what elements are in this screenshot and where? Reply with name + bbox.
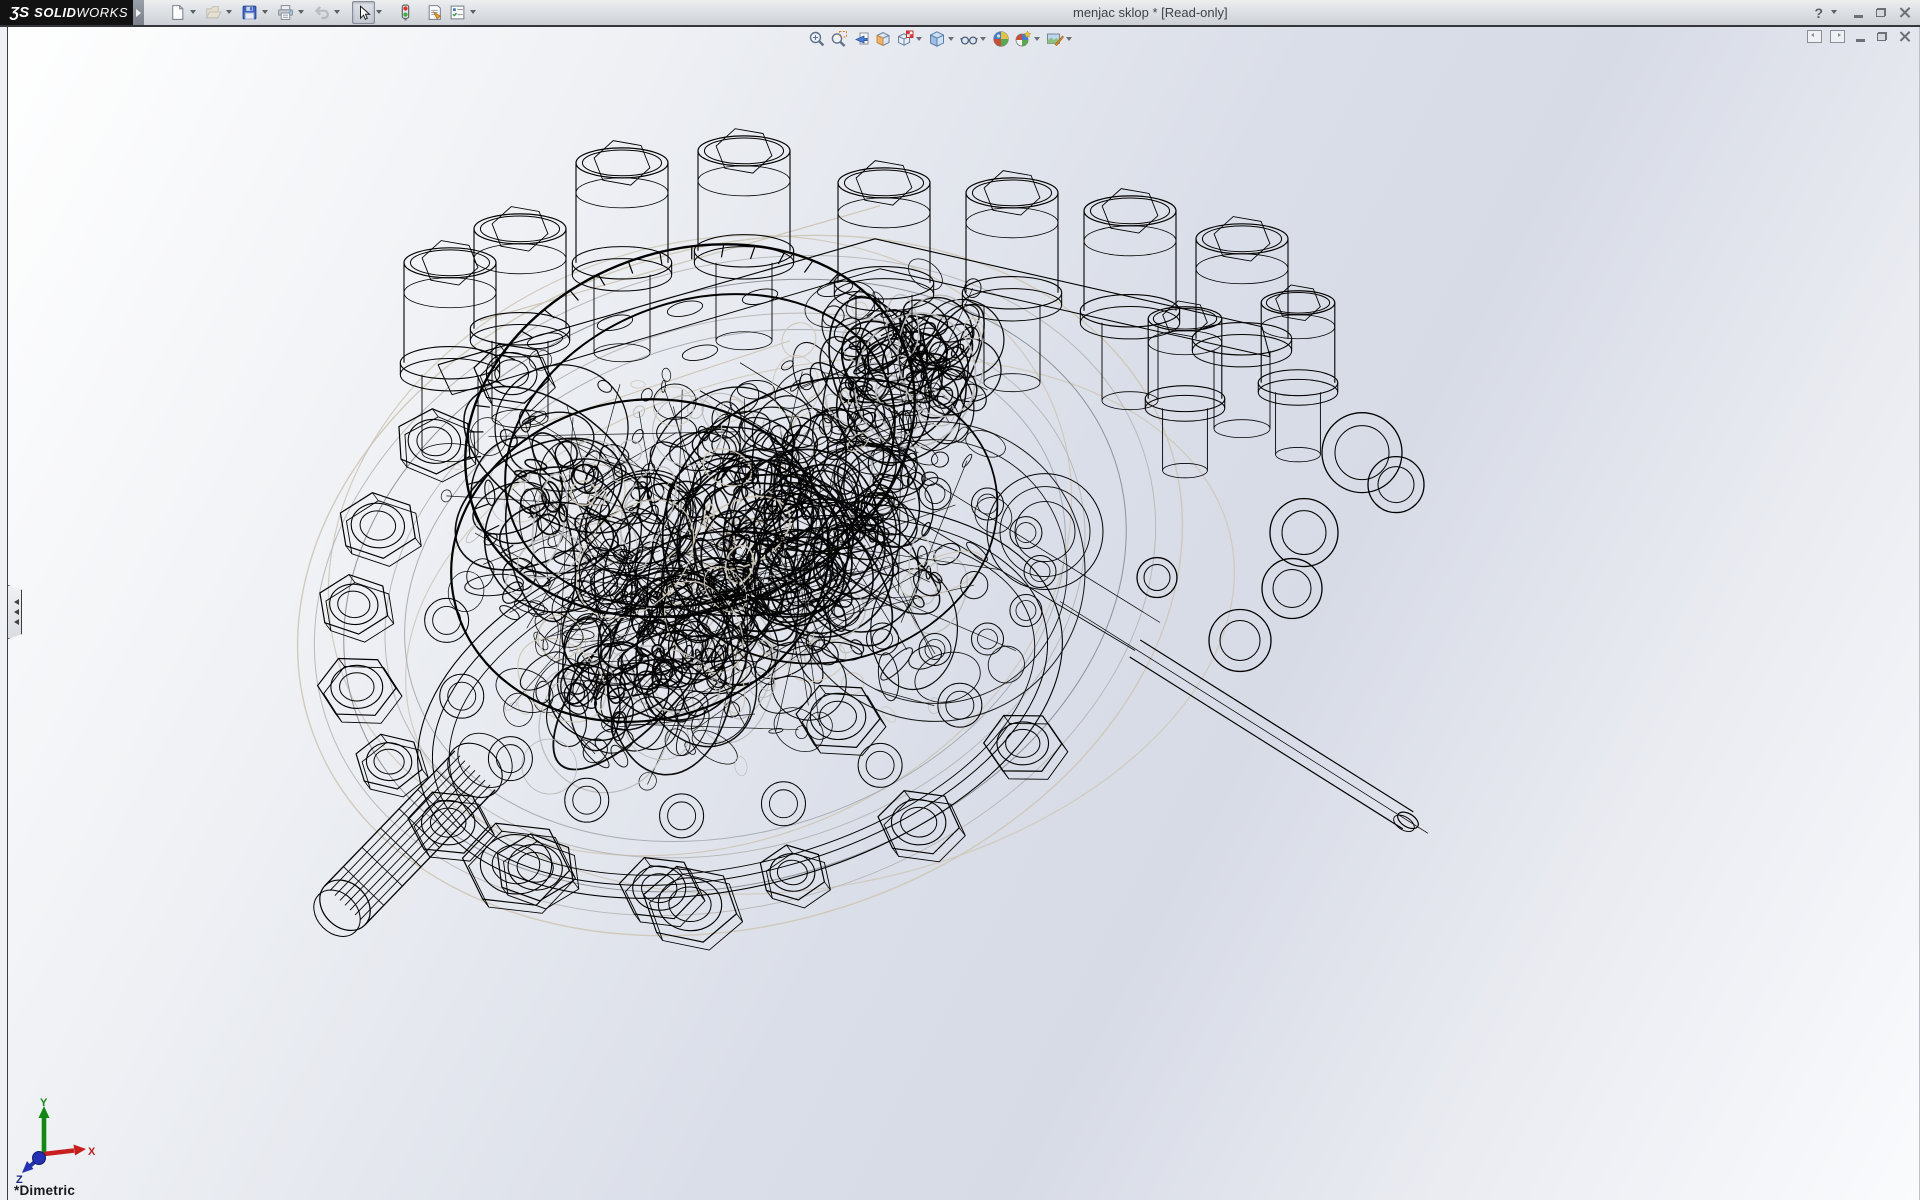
minimize-document-icon [1856, 39, 1865, 42]
restore-document-icon [1877, 32, 1887, 41]
undo-button[interactable] [310, 1, 333, 24]
new-document-dropdown[interactable] [190, 10, 196, 17]
print-button[interactable] [274, 1, 297, 24]
close-document-icon [1899, 31, 1910, 42]
select-cursor-icon [356, 5, 372, 21]
solidworks-logo: ƷS SOLIDWORKS [0, 0, 133, 25]
headsup-view-toolbar [806, 28, 1076, 49]
collapse-arrow-icon [11, 609, 19, 615]
new-document-icon [169, 4, 186, 21]
flyout-arrow-icon [136, 9, 145, 17]
edit-appearance-sphere-icon [992, 30, 1010, 48]
save-dropdown[interactable] [262, 10, 268, 17]
reference-triad: Y X Z [8, 1096, 104, 1184]
section-view-icon [874, 30, 892, 48]
minimize-document-button[interactable] [1853, 30, 1867, 43]
triad-y-axis: Y [39, 1097, 50, 1154]
triad-z-axis: Z [16, 1152, 46, 1185]
toggle-feature-pane-button[interactable] [1807, 30, 1822, 43]
open-folder-icon [205, 4, 222, 21]
display-style-dropdown[interactable] [948, 37, 954, 44]
new-document-button[interactable] [166, 1, 189, 24]
restore-icon [1876, 8, 1886, 17]
view-settings-dropdown[interactable] [1066, 37, 1072, 44]
help-button[interactable]: ? [1814, 5, 1823, 21]
zoom-to-fit-button[interactable] [806, 29, 828, 49]
undo-dropdown[interactable] [334, 10, 340, 17]
standard-toolbar [166, 0, 482, 25]
view-orientation-button[interactable] [894, 29, 916, 49]
collapse-arrow-icon [11, 619, 19, 625]
print-icon [277, 4, 294, 21]
close-icon [1899, 7, 1910, 18]
view-orientation-dropdown[interactable] [916, 37, 922, 44]
hide-show-items-dropdown[interactable] [980, 37, 986, 44]
rebuild-button[interactable] [394, 1, 417, 24]
open-button[interactable] [202, 1, 225, 24]
options-button[interactable] [446, 1, 469, 24]
save-floppy-icon [241, 4, 258, 21]
section-view-button[interactable] [872, 29, 894, 49]
app-window-controls: ? [1814, 0, 1912, 25]
edit-appearance-button[interactable] [990, 29, 1012, 49]
solidworks-logo-text: SOLIDWORKS [34, 5, 128, 20]
svg-text:Y: Y [40, 1097, 48, 1109]
select-tool-button[interactable] [352, 1, 375, 24]
rebuild-traffic-light-icon [397, 4, 414, 21]
close-document-button[interactable] [1897, 30, 1911, 43]
help-dropdown[interactable] [1831, 10, 1837, 17]
apply-scene-dropdown[interactable] [1034, 37, 1040, 44]
view-settings-button[interactable] [1044, 29, 1066, 49]
zoom-to-fit-icon [808, 30, 826, 48]
pane-left-arrow-icon [1809, 33, 1814, 37]
display-style-button[interactable] [926, 29, 948, 49]
svg-text:X: X [88, 1146, 96, 1158]
zoom-to-area-button[interactable] [828, 29, 850, 49]
document-window-controls [1807, 30, 1911, 43]
document-title: menjac sklop * [Read-only] [1073, 0, 1228, 25]
view-settings-icon [1046, 30, 1064, 48]
solidworks-logo-mark-icon: ƷS [10, 4, 29, 21]
model-wireframe[interactable] [0, 27, 1920, 1200]
hide-show-items-button[interactable] [958, 29, 980, 49]
featuremanager-collapsed-tab[interactable] [8, 585, 22, 639]
pane-right-arrow-icon [1838, 33, 1843, 37]
save-button[interactable] [238, 1, 261, 24]
view-orientation-icon [896, 30, 914, 48]
triad-x-axis: X [44, 1145, 96, 1159]
display-style-icon [928, 30, 946, 48]
apply-scene-button[interactable] [1012, 29, 1034, 49]
options-checklist-icon [449, 4, 466, 21]
view-orientation-label: *Dimetric [14, 1183, 75, 1198]
collapse-arrow-icon [11, 599, 19, 605]
minimize-button[interactable] [1850, 6, 1866, 20]
close-button[interactable] [1896, 6, 1912, 20]
print-dropdown[interactable] [298, 10, 304, 17]
file-properties-icon [426, 4, 443, 21]
hide-show-items-glasses-icon [960, 30, 978, 48]
file-properties-button[interactable] [423, 1, 446, 24]
select-tool-dropdown[interactable] [376, 10, 382, 17]
previous-view-icon [852, 30, 870, 48]
restore-button[interactable] [1873, 6, 1889, 20]
previous-view-button[interactable] [850, 29, 872, 49]
toggle-display-pane-button[interactable] [1830, 30, 1845, 43]
apply-scene-icon [1014, 30, 1032, 48]
restore-document-button[interactable] [1875, 30, 1889, 43]
options-dropdown[interactable] [470, 10, 476, 17]
title-bar: ƷS SOLIDWORKS [0, 0, 1920, 27]
zoom-to-area-icon [830, 30, 848, 48]
minimize-icon [1854, 15, 1863, 18]
open-dropdown[interactable] [226, 10, 232, 17]
menu-flyout-button[interactable] [133, 0, 144, 25]
graphics-viewport[interactable]: Y X Z *Dimetric [0, 27, 1920, 1200]
undo-icon [313, 4, 331, 22]
